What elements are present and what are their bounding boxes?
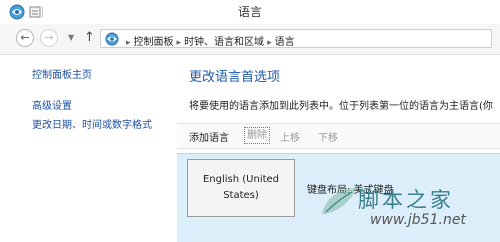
breadcrumb: ▸ 控制面板 ▸ 时钟、语言和区域 ▸ 语言: [123, 33, 295, 48]
arrow-left-icon: ←: [20, 31, 30, 44]
chevron-down-icon: ▼: [68, 33, 75, 42]
breadcrumb-item[interactable]: 语言: [275, 37, 295, 48]
site-watermark: 脚本之家 www.jb51.net: [318, 182, 500, 241]
move-down-button[interactable]: 下移: [318, 129, 338, 144]
recent-locations-dropdown[interactable]: ▼: [68, 33, 74, 42]
remove-language-button[interactable]: 删除: [244, 127, 270, 144]
add-language-button[interactable]: 添加语言: [189, 129, 229, 144]
arrow-right-icon: →: [44, 31, 54, 44]
sidebar-link-control-panel-home[interactable]: 控制面板主页: [32, 66, 92, 81]
breadcrumb-separator-icon[interactable]: ▸: [177, 38, 182, 48]
back-button[interactable]: ←: [16, 29, 34, 47]
forward-button[interactable]: →: [40, 29, 58, 47]
sidebar-link-change-date-time-format[interactable]: 更改日期、时间或数字格式: [32, 116, 152, 131]
sidebar-link-advanced-settings[interactable]: 高级设置: [32, 97, 72, 112]
watermark-title: 脚本之家: [358, 188, 454, 212]
arrow-up-icon: ↑: [84, 30, 95, 45]
language-name: English (United States): [202, 174, 280, 201]
breadcrumb-separator-icon[interactable]: ▸: [126, 38, 131, 48]
page-title: 更改语言首选项: [189, 70, 281, 85]
breadcrumb-item[interactable]: 时钟、语言和区域: [184, 37, 264, 48]
language-item-english-us[interactable]: English (United States): [187, 159, 295, 217]
page-description: 将要使用的语言添加到此列表中。位于列表第一位的语言为主语言(你: [189, 101, 493, 112]
title-bar: 语言: [0, 0, 500, 25]
breadcrumb-item[interactable]: 控制面板: [134, 37, 174, 48]
address-bar: ← → ▼ ↑ ▸ 控制面板 ▸ 时钟、语言和区域 ▸ 语言: [0, 24, 500, 55]
control-panel-icon: [105, 32, 119, 46]
leaf-logo-icon: [322, 188, 356, 214]
breadcrumb-separator-icon[interactable]: ▸: [267, 38, 272, 48]
address-field[interactable]: ▸ 控制面板 ▸ 时钟、语言和区域 ▸ 语言: [100, 29, 492, 48]
language-toolbar: 添加语言 删除 上移 下移: [177, 123, 500, 149]
window-title: 语言: [237, 5, 262, 19]
watermark-url: www.jb51.net: [370, 212, 466, 228]
up-level-button[interactable]: ↑: [84, 30, 95, 45]
move-up-button[interactable]: 上移: [280, 129, 300, 144]
